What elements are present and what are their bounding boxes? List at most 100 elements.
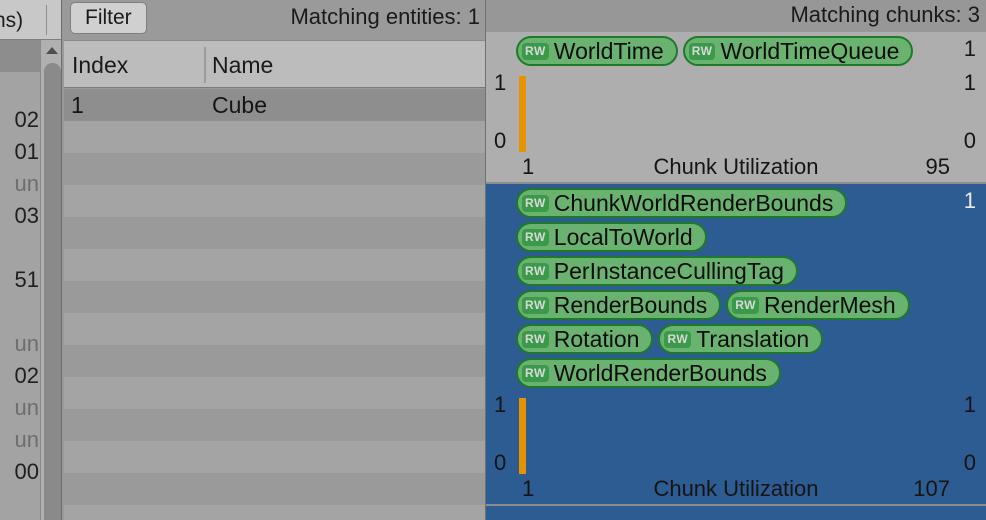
entity-toolbar: Filter Matching entities: 1: [62, 0, 486, 38]
cell-index: 1: [71, 92, 84, 118]
component-tag[interactable]: RW LocalToWorld: [516, 222, 707, 252]
component-tag[interactable]: RW ChunkWorldRenderBounds: [516, 188, 848, 218]
column-header-name[interactable]: Name: [212, 52, 273, 79]
chunk-card[interactable]: [486, 506, 986, 520]
component-tag-row: RW RenderBounds RW RenderMesh: [516, 290, 986, 324]
right-label-top: 1: [963, 392, 976, 417]
column-header-index[interactable]: Index: [72, 52, 128, 79]
read-write-badge-icon: RW: [688, 42, 716, 60]
left-panel-header-text: ns): [0, 9, 24, 32]
column-separator[interactable]: [204, 47, 206, 83]
chunk-card[interactable]: RW ChunkWorldRenderBounds RW LocalToWorld RW…: [486, 184, 986, 506]
triangle-up-icon: [46, 47, 58, 54]
entity-table-header: Index Name: [64, 40, 486, 88]
y-axis-label-bottom: 0: [494, 128, 507, 153]
component-tag-label: Translation: [696, 326, 810, 352]
component-tag[interactable]: RW RenderMesh: [726, 290, 910, 320]
chunk-toolbar: Matching chunks: 3: [486, 0, 986, 32]
y-axis-label-top: 1: [494, 70, 507, 95]
y-axis-label-top: 1: [494, 392, 507, 417]
component-tag-label: WorldTimeQueue: [720, 38, 900, 64]
left-panel-row[interactable]: 01: [0, 136, 40, 168]
filter-button[interactable]: Filter: [70, 2, 147, 34]
table-row[interactable]: [64, 441, 486, 473]
left-panel-row[interactable]: [0, 72, 40, 104]
table-row[interactable]: [64, 185, 486, 217]
chunk-component-tags: [486, 506, 986, 520]
left-panel-row[interactable]: 02: [0, 360, 40, 392]
read-write-badge-icon: RW: [522, 262, 549, 280]
table-row[interactable]: [64, 505, 486, 520]
component-tag[interactable]: RW Translation: [658, 324, 824, 354]
table-row[interactable]: [64, 153, 486, 185]
left-panel-row[interactable]: 03: [0, 200, 40, 232]
matching-entities-label: Matching entities: 1: [290, 4, 480, 29]
right-label-top: 1: [963, 70, 976, 95]
table-row[interactable]: [64, 345, 486, 377]
chunk-utilization-plot: 1 0 1 0 1 107 Chunk Utilization: [486, 392, 986, 504]
left-panel-row[interactable]: 00: [0, 456, 40, 488]
table-row[interactable]: [64, 473, 486, 505]
app-root: ns) 0201un0351un02unun00 Filter Matching…: [0, 0, 986, 520]
scrollbar-thumb[interactable]: [44, 63, 61, 520]
right-label-bottom: 0: [963, 450, 976, 475]
left-panel-header: ns): [0, 0, 62, 40]
table-row[interactable]: [64, 313, 486, 345]
chunk-panel: Matching chunks: 3 RW WorldTime RW WorldTim…: [486, 0, 986, 520]
left-panel-row[interactable]: un: [0, 424, 40, 456]
chunk-component-tags: RW WorldTime RW WorldTimeQueue: [486, 32, 986, 70]
y-axis-label-bottom: 0: [494, 450, 507, 475]
chunk-list: RW WorldTime RW WorldTimeQueue 1 1 0 1 0 1 95 Chunk…: [486, 32, 986, 520]
component-tag-row: RW ChunkWorldRenderBounds: [516, 188, 986, 222]
left-header-column-separator: [46, 5, 47, 35]
x-axis-title: Chunk Utilization: [653, 154, 819, 179]
component-tag[interactable]: RW WorldRenderBounds: [516, 358, 781, 388]
left-panel-row[interactable]: [0, 232, 40, 264]
table-row[interactable]: [64, 281, 486, 313]
component-tag-label: ChunkWorldRenderBounds: [553, 190, 834, 216]
read-write-badge-icon: RW: [522, 228, 549, 246]
scroll-up-button[interactable]: [41, 40, 63, 60]
read-write-badge-icon: RW: [522, 296, 549, 314]
chunk-card[interactable]: RW WorldTime RW WorldTimeQueue 1 1 0 1 0 1 95 Chunk…: [486, 32, 986, 184]
table-row[interactable]: [64, 217, 486, 249]
component-tag-label: Rotation: [553, 326, 640, 352]
component-tag[interactable]: RW WorldTimeQueue: [682, 36, 914, 66]
component-tag[interactable]: RW RenderBounds: [516, 290, 722, 320]
table-row[interactable]: [64, 409, 486, 441]
left-panel-row[interactable]: un: [0, 168, 40, 200]
table-row[interactable]: 1 Cube: [64, 89, 486, 121]
component-tag-label: RenderBounds: [553, 292, 708, 318]
component-tag[interactable]: RW WorldTime: [516, 36, 678, 66]
read-write-badge-icon: RW: [522, 364, 549, 382]
read-write-badge-icon: RW: [522, 194, 549, 212]
left-panel-scrollbar[interactable]: [40, 40, 63, 520]
component-tag-label: PerInstanceCullingTag: [553, 258, 784, 284]
read-write-badge-icon: RW: [664, 330, 692, 348]
component-tag[interactable]: RW Rotation: [516, 324, 654, 354]
component-tag[interactable]: RW PerInstanceCullingTag: [516, 256, 798, 286]
chunk-utilization-plot: 1 0 1 0 1 95 Chunk Utilization: [486, 70, 986, 182]
table-row[interactable]: [64, 249, 486, 281]
table-row[interactable]: [64, 121, 486, 153]
left-panel-row[interactable]: [0, 296, 40, 328]
x-axis-title: Chunk Utilization: [653, 476, 819, 501]
left-panel-row[interactable]: [0, 40, 40, 72]
component-tag-label: LocalToWorld: [553, 224, 693, 250]
matching-chunks-label: Matching chunks: 3: [790, 2, 980, 27]
left-panel-row[interactable]: 51: [0, 264, 40, 296]
left-panel-row[interactable]: un: [0, 328, 40, 360]
right-label-bottom: 0: [963, 128, 976, 153]
table-row[interactable]: [64, 377, 486, 409]
left-panel-row[interactable]: 02: [0, 104, 40, 136]
chunk-entity-count: 1: [963, 188, 976, 213]
read-write-badge-icon: RW: [522, 42, 549, 60]
component-tag-label: WorldRenderBounds: [553, 360, 767, 386]
left-panel-row[interactable]: un: [0, 392, 40, 424]
read-write-badge-icon: RW: [732, 296, 760, 314]
chunk-entity-count: 1: [963, 36, 976, 61]
component-tag-row: RW WorldTime RW WorldTimeQueue: [516, 36, 986, 70]
entity-table-body: 1 Cube: [64, 89, 486, 520]
component-tag-row: RW Rotation RW Translation: [516, 324, 986, 358]
component-tag-row: RW LocalToWorld: [516, 222, 986, 256]
